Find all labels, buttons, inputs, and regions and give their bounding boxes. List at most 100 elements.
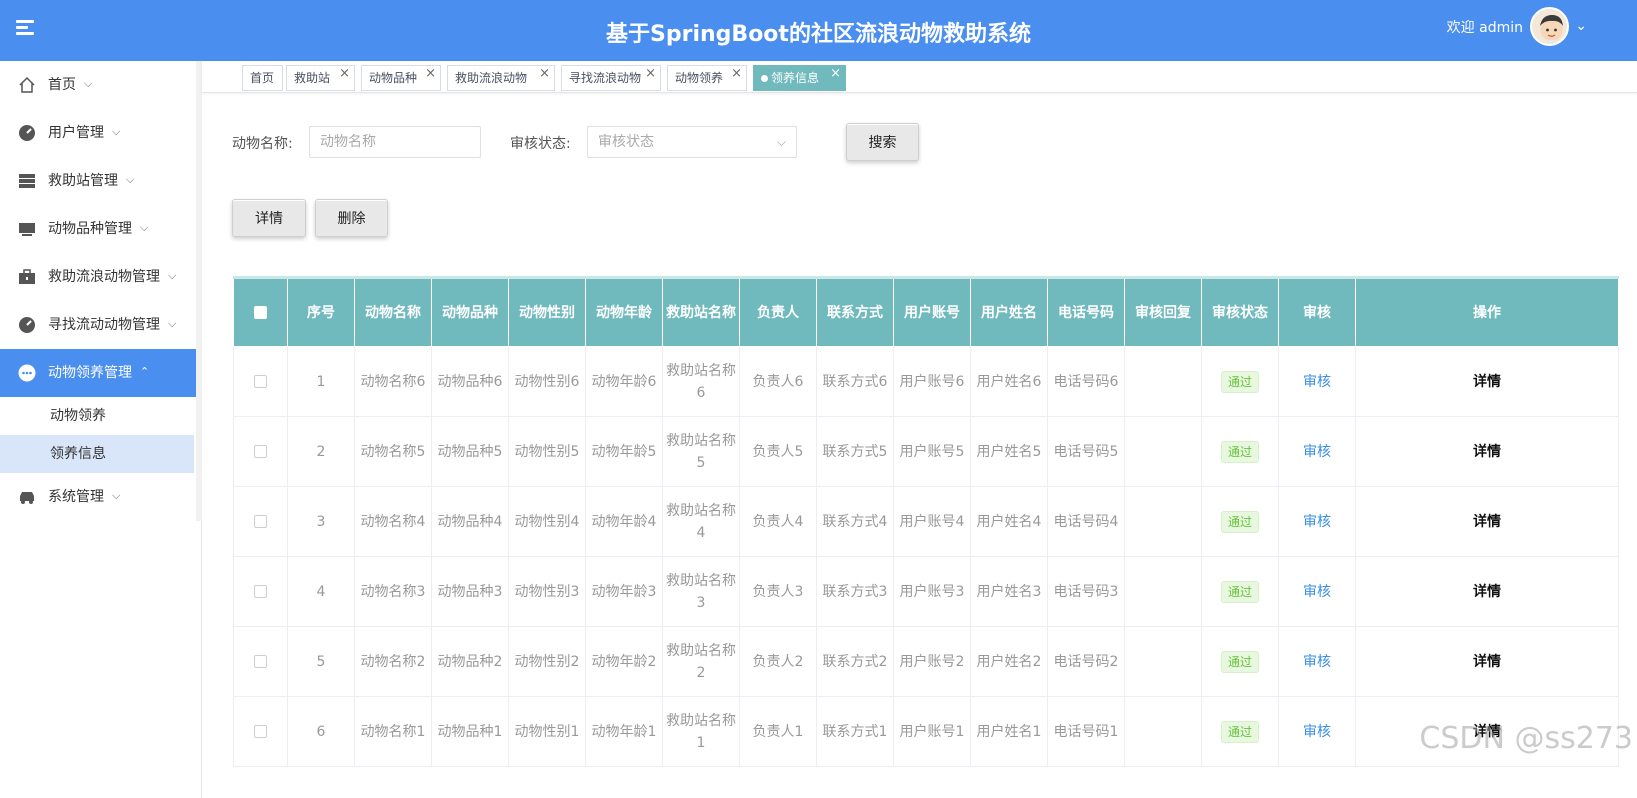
row-select-cell <box>233 486 288 557</box>
row-checkbox[interactable] <box>254 515 267 528</box>
column-header: 操作 <box>1355 276 1619 347</box>
cell-contact: 联系方式4 <box>816 486 894 557</box>
sidebar-item-home[interactable]: 首页 ⌵ <box>0 61 201 109</box>
chevron-down-icon: ⌵ <box>84 77 93 90</box>
cell-account: 用户账号5 <box>893 416 971 487</box>
table-row: 3 动物名称4 动物品种4 动物性别4 动物年龄4 救助站名称4 负责人4 联系… <box>233 486 1619 557</box>
close-icon[interactable]: × <box>645 62 656 86</box>
animal-name-input[interactable]: 动物名称 <box>309 126 481 158</box>
cell-station: 救助站名称4 <box>662 486 740 557</box>
tab-breed[interactable]: 动物品种 × <box>361 65 441 91</box>
welcome-text: 欢迎 admin <box>1446 20 1523 36</box>
review-link[interactable]: 审核 <box>1278 626 1356 697</box>
cell-phone: 电话号码6 <box>1047 346 1125 417</box>
close-icon[interactable]: × <box>539 62 550 86</box>
row-detail-link[interactable]: 详情 <box>1355 626 1619 697</box>
cell-age: 动物年龄6 <box>585 346 663 417</box>
chevron-down-icon: ⌵ <box>126 173 135 186</box>
cell-owner: 负责人6 <box>739 346 817 417</box>
cell-phone: 电话号码1 <box>1047 696 1125 767</box>
detail-button[interactable]: 详情 <box>232 199 306 237</box>
table-row: 1 动物名称6 动物品种6 动物性别6 动物年龄6 救助站名称6 负责人6 联系… <box>233 346 1619 417</box>
delete-button[interactable]: 删除 <box>315 199 388 237</box>
gauge-icon <box>19 125 35 141</box>
cell-index: 1 <box>287 346 355 417</box>
sidebar-item-search-animals[interactable]: 寻找流动动物管理 ⌵ <box>0 301 201 349</box>
tab-adopt[interactable]: 动物领养 × <box>667 65 747 91</box>
tab-home[interactable]: 首页 <box>242 65 283 91</box>
cell-gender: 动物性别4 <box>508 486 586 557</box>
review-link[interactable]: 审核 <box>1278 346 1356 417</box>
row-detail-link[interactable]: 详情 <box>1355 556 1619 627</box>
cell-username: 用户姓名5 <box>970 416 1048 487</box>
column-header: 审核 <box>1278 276 1356 347</box>
close-icon[interactable]: × <box>425 62 436 86</box>
cell-animal-name: 动物名称6 <box>354 346 432 417</box>
cell-reply <box>1124 556 1202 627</box>
row-select-cell <box>233 556 288 627</box>
cell-phone: 电话号码4 <box>1047 486 1125 557</box>
close-icon[interactable]: × <box>339 62 350 86</box>
cell-index: 2 <box>287 416 355 487</box>
tab-bar: 首页 救助站 × 动物品种 × 救助流浪动物 × 寻找流浪动物 × 动物领养 × 领养信息… <box>202 61 1637 93</box>
sidebar-item-users[interactable]: 用户管理 ⌵ <box>0 109 201 157</box>
row-detail-link[interactable]: 详情 <box>1355 486 1619 557</box>
tab-search-animals[interactable]: 寻找流浪动物 × <box>561 65 661 91</box>
select-all-checkbox[interactable] <box>254 306 267 319</box>
status-select-placeholder: 审核状态 <box>598 134 654 150</box>
status-select[interactable]: 审核状态 ⌵ <box>587 126 797 158</box>
row-checkbox[interactable] <box>254 585 267 598</box>
chevron-up-icon: ⌃ <box>140 365 150 378</box>
sidebar-scrollbar[interactable] <box>196 61 202 521</box>
row-checkbox[interactable] <box>254 725 267 738</box>
cell-station: 救助站名称3 <box>662 556 740 627</box>
sidebar-item-stations[interactable]: 救助站管理 ⌵ <box>0 157 201 205</box>
cell-account: 用户账号1 <box>893 696 971 767</box>
submenu-item-adopt[interactable]: 动物领养 <box>0 397 201 435</box>
review-link[interactable]: 审核 <box>1278 556 1356 627</box>
sidebar-item-label: 寻找流动动物管理 <box>48 317 160 333</box>
sidebar-item-breeds[interactable]: 动物品种管理 ⌵ <box>0 205 201 253</box>
tab-rescue[interactable]: 救助流浪动物 × <box>447 65 555 91</box>
review-link[interactable]: 审核 <box>1278 696 1356 767</box>
status-badge: 通过 <box>1220 370 1259 393</box>
cell-username: 用户姓名6 <box>970 346 1048 417</box>
cell-age: 动物年龄3 <box>585 556 663 627</box>
row-select-cell <box>233 416 288 487</box>
sidebar-item-rescue[interactable]: 救助流浪动物管理 ⌵ <box>0 253 201 301</box>
cell-age: 动物年龄2 <box>585 626 663 697</box>
cell-status: 通过 <box>1201 416 1279 487</box>
cell-username: 用户姓名4 <box>970 486 1048 557</box>
sidebar: 首页 ⌵ 用户管理 ⌵ 救助站管理 ⌵ 动物品种管理 ⌵ 救助流浪动物管理 ⌵ 寻找流动动… <box>0 61 202 798</box>
chevron-down-icon: ⌵ <box>112 489 121 502</box>
search-button[interactable]: 搜索 <box>846 123 919 161</box>
cell-contact: 联系方式6 <box>816 346 894 417</box>
review-link[interactable]: 审核 <box>1278 486 1356 557</box>
row-checkbox[interactable] <box>254 445 267 458</box>
row-checkbox[interactable] <box>254 375 267 388</box>
tab-adoption-info[interactable]: 领养信息 × <box>753 65 846 91</box>
cell-breed: 动物品种2 <box>431 626 509 697</box>
sidebar-item-label: 救助站管理 <box>48 173 118 189</box>
close-icon[interactable]: × <box>731 62 742 86</box>
review-link[interactable]: 审核 <box>1278 416 1356 487</box>
submenu-item-adoption-info[interactable]: 领养信息 <box>0 435 194 473</box>
avatar[interactable] <box>1530 7 1569 46</box>
row-detail-link[interactable]: 详情 <box>1355 346 1619 417</box>
chevron-down-icon[interactable]: ⌄ <box>1575 18 1587 34</box>
row-detail-link[interactable]: 详情 <box>1355 416 1619 487</box>
sidebar-item-system[interactable]: 系统管理 ⌵ <box>0 473 201 521</box>
cell-account: 用户账号4 <box>893 486 971 557</box>
cell-reply <box>1124 626 1202 697</box>
chevron-down-icon: ⌵ <box>776 135 786 149</box>
column-header: 审核回复 <box>1124 276 1202 347</box>
adoption-table: 序号 动物名称 动物品种 动物性别 动物年龄 救助站名称 负责人 联系方式 用户… <box>233 276 1619 767</box>
cell-index: 4 <box>287 556 355 627</box>
table-row: 6 动物名称1 动物品种1 动物性别1 动物年龄1 救助站名称1 负责人1 联系… <box>233 696 1619 767</box>
tab-station[interactable]: 救助站 × <box>286 65 355 91</box>
row-checkbox[interactable] <box>254 655 267 668</box>
close-icon[interactable]: × <box>830 62 841 86</box>
sidebar-item-adoption[interactable]: 动物领养管理 ⌃ <box>0 349 201 397</box>
cell-breed: 动物品种4 <box>431 486 509 557</box>
sidebar-item-label: 动物品种管理 <box>48 221 132 237</box>
